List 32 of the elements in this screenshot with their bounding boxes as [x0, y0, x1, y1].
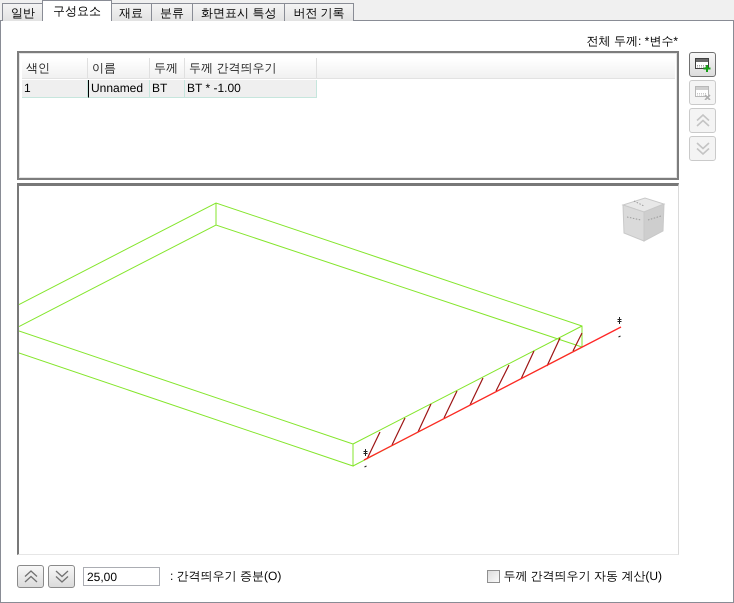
double-chevron-down-icon: [696, 142, 710, 155]
tab[interactable]: 재료: [110, 3, 152, 21]
increment-field[interactable]: 25,00: [83, 567, 160, 586]
tab[interactable]: 버전 기록: [284, 3, 354, 21]
tab[interactable]: 일반: [2, 3, 44, 21]
total-thickness-label: 전체 두께: *변수*: [586, 33, 678, 49]
view-cube-icon[interactable]: [621, 197, 666, 242]
column-header[interactable]: 이름: [88, 58, 150, 78]
table-cell: BT: [150, 80, 185, 98]
column-header[interactable]: 두께: [150, 58, 185, 78]
step-down-button[interactable]: [48, 565, 75, 588]
tab[interactable]: 화면표시 특성: [192, 3, 286, 21]
tab[interactable]: 분류: [151, 3, 193, 21]
step-up-button[interactable]: [17, 565, 44, 588]
double-chevron-up-icon: [24, 570, 38, 583]
grip-icon[interactable]: [363, 448, 368, 468]
table-cell: BT * -1.00: [185, 80, 317, 98]
checkbox[interactable]: [487, 570, 500, 583]
add-button[interactable]: [689, 52, 716, 77]
table-cell: 1: [22, 80, 88, 98]
table-row[interactable]: 1 Unnamed BT BT * -1.00: [22, 80, 317, 98]
column-header[interactable]: 색인: [22, 58, 88, 78]
increment-label: : 간격띄우기 증분(O): [170, 568, 282, 585]
double-chevron-up-icon: [696, 114, 710, 127]
window-plus-icon: [694, 58, 710, 72]
double-chevron-down-icon: [54, 570, 68, 583]
table-cell: Unnamed: [88, 80, 150, 98]
grip-icon[interactable]: [617, 316, 622, 338]
column-header[interactable]: 두께 간격띄우기: [185, 58, 317, 78]
tab[interactable]: 구성요소: [42, 0, 112, 21]
window-cross-icon: [694, 86, 710, 100]
checkbox-label[interactable]: 두께 간격띄우기 자동 계산(U): [503, 568, 662, 585]
